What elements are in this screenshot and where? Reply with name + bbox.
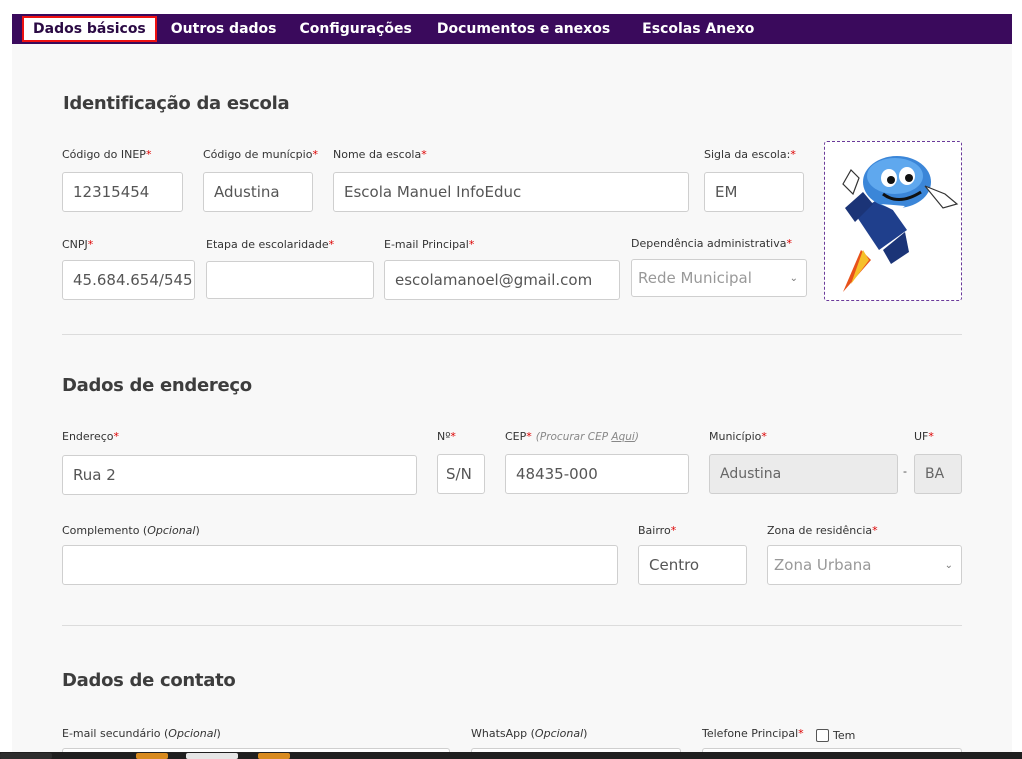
endereco-input[interactable]: Rua 2 <box>62 455 417 495</box>
zona-residencia-select[interactable]: Zona Urbana ⌄ <box>767 545 962 585</box>
cnpj-input[interactable]: 45.684.654/545 <box>62 260 195 300</box>
label-codigo-municipio: Código de munícpio* <box>203 148 318 161</box>
telefone-tem-checkbox[interactable] <box>816 729 829 742</box>
tab-escolas-anexo[interactable]: Escolas Anexo <box>632 16 764 42</box>
etapa-escolaridade-input[interactable] <box>206 261 374 299</box>
mascot-rocket-image <box>842 156 959 292</box>
label-nome-escola: Nome da escola* <box>333 148 427 161</box>
label-municipio: Município* <box>709 430 767 443</box>
label-complemento: Complemento (Opcional) <box>62 524 200 537</box>
dependencia-value: Rede Municipal <box>638 269 752 287</box>
os-taskbar <box>0 752 1022 759</box>
label-etapa-escolaridade: Etapa de escolaridade* <box>206 238 335 251</box>
label-bairro: Bairro* <box>638 524 677 537</box>
complemento-input[interactable] <box>62 545 618 585</box>
dependencia-administrativa-select[interactable]: Rede Municipal ⌄ <box>631 259 807 297</box>
label-cep: CEP* (Procurar CEP Aqui) <box>505 430 639 443</box>
taskbar-item[interactable] <box>186 753 238 759</box>
email-principal-input[interactable]: escolamanoel@gmail.com <box>384 260 620 300</box>
label-email-principal: E-mail Principal* <box>384 238 475 251</box>
codigo-inep-input[interactable]: 12315454 <box>62 172 183 212</box>
taskbar-item[interactable] <box>258 753 290 759</box>
cep-input[interactable]: 48435-000 <box>505 454 689 494</box>
label-sigla-escola: Sigla da escola:* <box>704 148 796 161</box>
section-divider <box>62 334 962 335</box>
tab-configuracoes[interactable]: Configurações <box>290 16 422 42</box>
label-codigo-inep: Código do INEP* <box>62 148 152 161</box>
label-dependencia-administrativa: Dependência administrativa* <box>631 237 792 250</box>
label-email-secundario: E-mail secundário (Opcional) <box>62 727 221 740</box>
label-uf: UF* <box>914 430 934 443</box>
chevron-down-icon: ⌄ <box>944 559 953 571</box>
numero-input[interactable]: S/N <box>437 454 485 494</box>
chevron-down-icon: ⌄ <box>789 272 798 284</box>
nome-escola-input[interactable]: Escola Manuel InfoEduc <box>333 172 689 212</box>
bairro-input[interactable]: Centro <box>638 545 747 585</box>
taskbar-item[interactable] <box>0 753 52 759</box>
sigla-escola-input[interactable]: EM <box>704 172 804 212</box>
zona-value: Zona Urbana <box>774 556 872 574</box>
procurar-cep-link[interactable]: Aqui <box>611 431 634 443</box>
municipio-uf-separator: - <box>903 464 907 478</box>
taskbar-item[interactable] <box>136 753 168 759</box>
label-cnpj: CNPJ* <box>62 238 94 251</box>
school-logo-upload[interactable] <box>824 141 962 301</box>
label-numero: Nº* <box>437 430 456 443</box>
municipio-input: Adustina <box>709 454 898 494</box>
section-title-contato: Dados de contato <box>62 670 236 691</box>
section-divider <box>62 625 962 626</box>
tab-dados-basicos[interactable]: Dados básicos <box>22 16 157 42</box>
label-telefone-principal: Telefone Principal* <box>702 727 804 740</box>
top-tab-bar: Dados básicos Outros dados Configurações… <box>12 14 1012 44</box>
uf-input: BA <box>914 454 962 494</box>
tab-outros-dados[interactable]: Outros dados <box>161 16 287 42</box>
section-title-endereco: Dados de endereço <box>62 375 252 396</box>
section-title-identificacao: Identificação da escola <box>63 93 290 114</box>
label-zona-residencia: Zona de residência* <box>767 524 878 537</box>
codigo-municipio-input[interactable]: Adustina <box>203 172 313 212</box>
telefone-whatsapp-checkbox-wrap: Tem <box>816 729 855 742</box>
label-whatsapp: WhatsApp (Opcional) <box>471 727 588 740</box>
tab-documentos-anexos[interactable]: Documentos e anexos <box>427 16 620 42</box>
form-panel: Identificação da escola Código do INEP* … <box>12 44 1012 759</box>
telefone-tem-label: Tem <box>833 729 856 742</box>
label-endereco: Endereço* <box>62 430 119 443</box>
